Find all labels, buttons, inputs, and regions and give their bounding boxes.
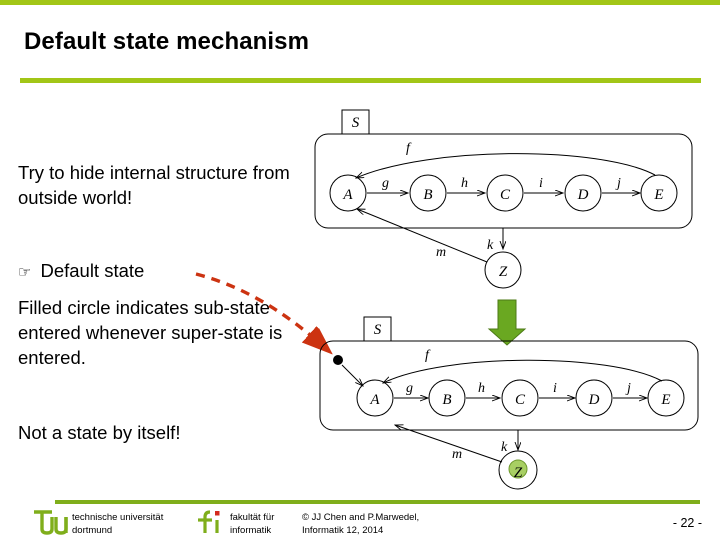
top-label-i: i: [539, 176, 543, 191]
top-label-j: j: [615, 176, 621, 191]
bottom-transition-f: [383, 359, 663, 383]
top-super-state-tab: [341, 109, 370, 135]
body-paragraph-1: Try to hide internal structure from outs…: [18, 162, 290, 208]
top-label-m: m: [436, 245, 446, 260]
diagram-top: S A B C D E Z f g h i j k m: [314, 109, 693, 289]
slide-canvas: Default state mechanism Try to hide inte…: [0, 0, 720, 540]
bottom-label-k: k: [501, 440, 508, 455]
default-state-entry-arrow: [341, 364, 363, 386]
bottom-state-Z: [498, 450, 538, 490]
bottom-super-state-tab: [363, 316, 392, 342]
bottom-label-h: h: [478, 381, 485, 396]
bottom-label-i: i: [553, 381, 557, 396]
title-underline-rule: [20, 78, 701, 83]
page-title: Default state mechanism: [24, 28, 310, 55]
top-state-D-label: D: [577, 187, 589, 203]
bottom-state-C: [501, 379, 539, 417]
bottom-super-state-label: S: [374, 322, 382, 338]
tu-name-text: technische universität dortmund: [72, 512, 164, 536]
top-transition-f: [356, 153, 656, 178]
diagram-bottom: S A B C D E Z f g h i j k m: [319, 316, 699, 490]
bottom-state-A-label: A: [369, 392, 380, 408]
bottom-state-E-label: E: [660, 392, 670, 408]
top-label-f: f: [406, 141, 412, 156]
top-super-state-box: [314, 133, 693, 229]
fi-name-text: fakultät für informatik: [230, 512, 275, 536]
pointing-hand-icon: ☞: [18, 263, 32, 281]
top-state-B: [409, 174, 447, 212]
bottom-label-g: g: [406, 381, 413, 396]
bottom-state-B: [428, 379, 466, 417]
top-super-state-label: S: [352, 115, 360, 131]
top-state-C-label: C: [500, 187, 511, 203]
bottom-transition-m: [395, 425, 503, 463]
bottom-state-E: [647, 379, 685, 417]
top-state-Z-label: Z: [499, 264, 508, 280]
bullet-item-label: Default state: [40, 260, 145, 281]
bottom-label-j: j: [625, 381, 631, 396]
green-down-arrow-icon: [487, 299, 527, 346]
footer: technische universität dortmund fakultät…: [0, 504, 720, 540]
bottom-state-Z-default-marker: [508, 459, 528, 479]
bottom-state-D: [575, 379, 613, 417]
top-state-D: [564, 174, 602, 212]
tu-dortmund-logo: [34, 510, 68, 535]
top-label-g: g: [382, 176, 389, 191]
bottom-state-Z-label: Z: [514, 465, 523, 481]
top-state-C: [486, 174, 524, 212]
top-label-k: k: [487, 238, 494, 253]
page-number: - 22 -: [672, 516, 702, 530]
top-state-A-label: A: [342, 187, 353, 203]
bullet-item-default-state: ☞ Default state: [18, 258, 290, 285]
top-state-E: [640, 174, 678, 212]
copyright-text: © JJ Chen and P.Marwedel, Informatik 12,…: [302, 512, 420, 536]
top-label-h: h: [461, 176, 468, 191]
bottom-label-m: m: [452, 447, 462, 462]
bottom-state-B-label: B: [442, 392, 451, 408]
default-state-dot: [333, 355, 343, 365]
body-paragraph-3: Not a state by itself!: [18, 422, 181, 443]
bottom-label-f: f: [425, 348, 431, 363]
bottom-state-C-label: C: [515, 392, 526, 408]
fakultaet-informatik-logo: [198, 510, 220, 533]
top-state-E-label: E: [653, 187, 663, 203]
top-state-A: [329, 174, 367, 212]
top-state-B-label: B: [423, 187, 432, 203]
bottom-state-D-label: D: [588, 392, 600, 408]
top-accent-bar: [0, 0, 720, 5]
top-transition-m: [357, 209, 488, 263]
body-paragraph-2: Filled circle indicates sub-state entere…: [18, 297, 283, 368]
bottom-state-A: [356, 379, 394, 417]
top-state-Z: [484, 251, 522, 289]
bottom-super-state-box: [319, 340, 699, 431]
